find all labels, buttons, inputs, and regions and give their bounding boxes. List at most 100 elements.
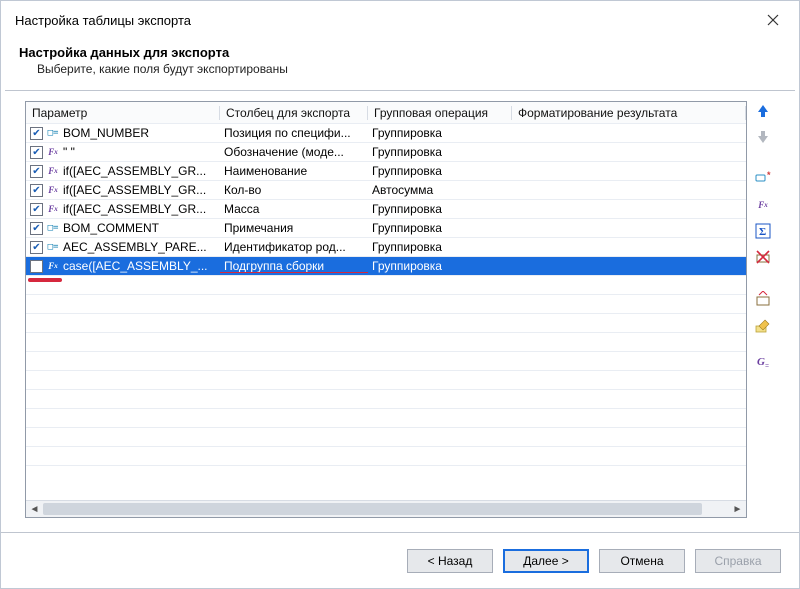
row-checkbox[interactable]: ✔ xyxy=(30,146,43,159)
formula-icon: Fx xyxy=(46,146,60,158)
row-export-col: Подгруппа сборки xyxy=(220,259,368,273)
table-row-empty xyxy=(26,352,746,371)
row-param: if([AEC_ASSEMBLY_GR... xyxy=(63,202,212,216)
table-row[interactable]: ✔ □= BOM_COMMENT Примечания Группировка xyxy=(26,219,746,238)
header-title: Настройка данных для экспорта xyxy=(19,45,781,60)
formula-icon: Fx xyxy=(46,165,60,177)
table-row-empty xyxy=(26,409,746,428)
row-group-op: Группировка xyxy=(368,259,512,273)
edit-formula-button[interactable] xyxy=(753,289,773,309)
row-checkbox[interactable]: ✔ xyxy=(30,203,43,216)
row-checkbox[interactable]: ✔ xyxy=(30,127,43,140)
pencil-icon xyxy=(755,317,771,333)
group-settings-button[interactable]: G= xyxy=(753,353,773,373)
col-group-operation[interactable]: Групповая операция xyxy=(368,106,512,120)
row-export-col: Примечания xyxy=(220,221,368,235)
row-group-op: Группировка xyxy=(368,221,512,235)
window-title: Настройка таблицы экспорта xyxy=(15,13,757,28)
row-param: case([AEC_ASSEMBLY_... xyxy=(63,259,212,273)
scroll-thumb[interactable] xyxy=(43,503,702,515)
row-param: " " xyxy=(63,145,212,159)
row-param: BOM_NUMBER xyxy=(63,126,212,140)
svg-text:*: * xyxy=(767,171,771,180)
table-header: Параметр Столбец для экспорта Групповая … xyxy=(26,102,746,124)
add-formula-button[interactable]: Fx xyxy=(753,195,773,215)
col-parameter[interactable]: Параметр xyxy=(26,106,220,120)
table-row[interactable]: ✔ Fx if([AEC_ASSEMBLY_GR... Наименование… xyxy=(26,162,746,181)
row-export-col: Кол-во xyxy=(220,183,368,197)
row-checkbox[interactable]: ✔ xyxy=(30,184,43,197)
row-checkbox[interactable] xyxy=(30,260,43,273)
table-row-empty xyxy=(26,428,746,447)
help-button[interactable]: Справка xyxy=(695,549,781,573)
table-row[interactable]: ✔ □= BOM_NUMBER Позиция по специфи... Гр… xyxy=(26,124,746,143)
horizontal-scrollbar[interactable]: ◄ ► xyxy=(26,500,746,517)
table-body: ✔ □= BOM_NUMBER Позиция по специфи... Гр… xyxy=(26,124,746,500)
attribute-icon: □= xyxy=(46,241,60,253)
close-icon xyxy=(767,14,779,26)
col-export-column[interactable]: Столбец для экспорта xyxy=(220,106,368,120)
table-row-empty xyxy=(26,333,746,352)
row-param: if([AEC_ASSEMBLY_GR... xyxy=(63,164,212,178)
arrow-down-icon xyxy=(756,130,770,144)
row-group-op: Группировка xyxy=(368,145,512,159)
table-row-empty xyxy=(26,371,746,390)
row-param: if([AEC_ASSEMBLY_GR... xyxy=(63,183,212,197)
table-row[interactable]: ✔ □= AEC_ASSEMBLY_PARE... Идентификатор … xyxy=(26,238,746,257)
formula-icon: Fx xyxy=(46,203,60,215)
scroll-right-arrow[interactable]: ► xyxy=(729,501,746,517)
cancel-button[interactable]: Отмена xyxy=(599,549,685,573)
row-export-col: Позиция по специфи... xyxy=(220,126,368,140)
table-row[interactable]: Fx case([AEC_ASSEMBLY_... Подгруппа сбор… xyxy=(26,257,746,276)
arrow-up-icon xyxy=(756,104,770,118)
row-checkbox[interactable]: ✔ xyxy=(30,222,43,235)
table-row[interactable]: ✔ Fx " " Обозначение (моде... Группировк… xyxy=(26,143,746,162)
row-export-col: Наименование xyxy=(220,164,368,178)
row-export-col: Масса xyxy=(220,202,368,216)
move-down-button[interactable] xyxy=(753,127,773,147)
edit-icon xyxy=(755,291,771,307)
wizard-header: Настройка данных для экспорта Выберите, … xyxy=(1,39,799,86)
close-button[interactable] xyxy=(757,6,789,34)
formula-icon: Fx xyxy=(756,199,770,211)
row-checkbox[interactable]: ✔ xyxy=(30,165,43,178)
move-up-button[interactable] xyxy=(753,101,773,121)
edit-column-button[interactable] xyxy=(753,315,773,335)
table-row-empty xyxy=(26,295,746,314)
delete-button[interactable] xyxy=(753,247,773,267)
formula-icon: Fx xyxy=(46,184,60,196)
row-checkbox[interactable]: ✔ xyxy=(30,241,43,254)
row-group-op: Группировка xyxy=(368,164,512,178)
table-row[interactable]: ✔ Fx if([AEC_ASSEMBLY_GR... Масса Группи… xyxy=(26,200,746,219)
row-group-op: Группировка xyxy=(368,202,512,216)
row-export-col: Обозначение (моде... xyxy=(220,145,368,159)
back-button[interactable]: < Назад xyxy=(407,549,493,573)
col-result-format[interactable]: Форматирование результата xyxy=(512,106,746,120)
add-sum-button[interactable]: Σ xyxy=(753,221,773,241)
toolbar: * Fx Σ xyxy=(753,101,775,518)
row-param: AEC_ASSEMBLY_PARE... xyxy=(63,240,212,254)
row-export-col: Идентификатор род... xyxy=(220,240,368,254)
row-param: BOM_COMMENT xyxy=(63,221,212,235)
scroll-left-arrow[interactable]: ◄ xyxy=(26,501,43,517)
table-row[interactable]: ✔ Fx if([AEC_ASSEMBLY_GR... Кол-во Автос… xyxy=(26,181,746,200)
titlebar: Настройка таблицы экспорта xyxy=(1,1,799,39)
add-attribute-button[interactable]: * xyxy=(753,169,773,189)
row-group-op: Группировка xyxy=(368,240,512,254)
next-button[interactable]: Далее > xyxy=(503,549,589,573)
attribute-icon: □= xyxy=(46,222,60,234)
scroll-track[interactable] xyxy=(43,501,729,517)
footer: < Назад Далее > Отмена Справка xyxy=(1,532,799,588)
table-row-empty xyxy=(26,276,746,295)
annotation-underline xyxy=(220,272,368,273)
table-row-empty xyxy=(26,314,746,333)
content: Параметр Столбец для экспорта Групповая … xyxy=(25,101,775,518)
header-divider xyxy=(5,90,795,91)
delete-icon xyxy=(755,249,771,265)
row-group-op: Автосумма xyxy=(368,183,512,197)
formula-icon: Fx xyxy=(46,260,60,272)
header-subtitle: Выберите, какие поля будут экспортирован… xyxy=(37,62,781,76)
add-attribute-icon: * xyxy=(755,171,771,187)
svg-text:Σ: Σ xyxy=(759,226,766,238)
annotation-mark xyxy=(28,278,62,282)
